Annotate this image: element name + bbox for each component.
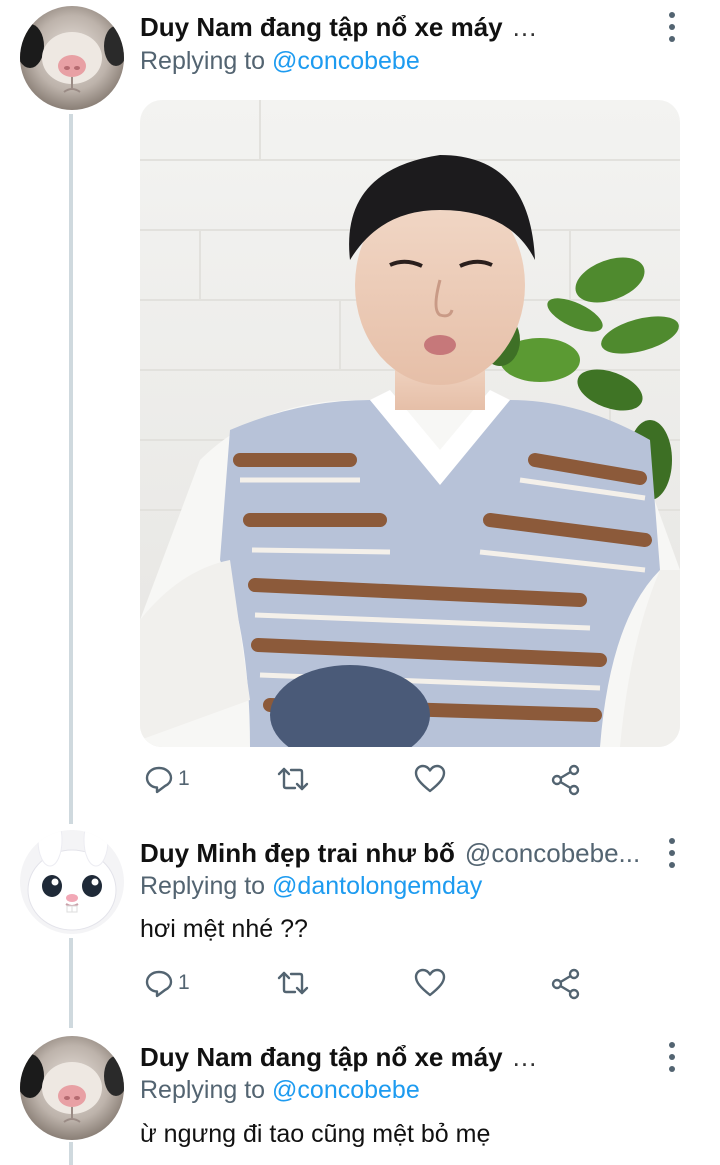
tweet: Duy Nam đang tập nổ xe máy... Replying t…	[0, 0, 720, 820]
man-in-striped-vest-photo	[140, 100, 680, 747]
more-options-icon[interactable]	[666, 838, 678, 868]
tweet-photo[interactable]	[140, 100, 680, 747]
reply-to-handle-link[interactable]: @concobebe	[272, 1076, 420, 1104]
reply-to-handle-link[interactable]: @concobebe	[272, 47, 420, 75]
avatar[interactable]	[20, 1036, 124, 1140]
tweet-text: hơi mệt nhé ??	[140, 915, 308, 943]
author-name[interactable]: Duy Nam đang tập nổ xe máy	[140, 12, 503, 42]
retweet-icon	[277, 971, 309, 995]
hamster-avatar-icon	[20, 6, 124, 110]
tweet-header: Duy Nam đang tập nổ xe máy...	[140, 12, 658, 43]
retweet-button[interactable]	[276, 968, 310, 998]
author-name[interactable]: Duy Nam đang tập nổ xe máy	[140, 1042, 503, 1072]
heart-icon	[414, 764, 446, 793]
avatar[interactable]	[20, 6, 124, 110]
reply-count: 1	[178, 767, 190, 790]
name-ellipsis: ...	[512, 12, 538, 42]
tweet: Duy Nam đang tập nổ xe máy... Replying t…	[0, 1030, 720, 1165]
share-icon	[551, 764, 580, 796]
like-button[interactable]	[414, 968, 446, 998]
reply-count: 1	[178, 971, 190, 994]
share-icon	[551, 968, 580, 1000]
tweet: Duy Minh đẹp trai như bố @concobebe... Re…	[0, 826, 720, 1026]
reply-icon	[145, 970, 173, 998]
author-name[interactable]: Duy Minh đẹp trai như bố	[140, 838, 455, 868]
more-options-icon[interactable]	[666, 1042, 678, 1072]
replying-to: Replying to @concobebe	[140, 1076, 420, 1104]
tweet-header: Duy Minh đẹp trai như bố @concobebe...	[140, 838, 658, 869]
tweet-text: ừ ngưng đi tao cũng mệt bỏ mẹ	[140, 1120, 491, 1148]
like-button[interactable]	[414, 764, 446, 794]
share-button[interactable]	[550, 968, 582, 1000]
white-rabbit-avatar-icon	[20, 830, 124, 934]
reply-button[interactable]: 1	[144, 764, 190, 794]
tweet-header: Duy Nam đang tập nổ xe máy...	[140, 1042, 658, 1073]
author-handle[interactable]: @concobebe...	[465, 838, 640, 868]
heart-icon	[414, 968, 446, 997]
share-button[interactable]	[550, 764, 582, 796]
avatar[interactable]	[20, 830, 124, 934]
name-ellipsis: ...	[512, 1042, 538, 1072]
reply-button[interactable]: 1	[144, 968, 190, 998]
tweet-actions: 1	[140, 764, 600, 800]
replying-to: Replying to @concobebe	[140, 47, 420, 75]
hamster-avatar-icon	[20, 1036, 124, 1140]
reply-icon	[145, 766, 173, 794]
tweet-actions: 1	[140, 968, 600, 1004]
replying-to: Replying to @dantolongemday	[140, 872, 483, 900]
retweet-icon	[277, 767, 309, 791]
more-options-icon[interactable]	[666, 12, 678, 42]
retweet-button[interactable]	[276, 764, 310, 794]
reply-to-handle-link[interactable]: @dantolongemday	[272, 872, 482, 900]
